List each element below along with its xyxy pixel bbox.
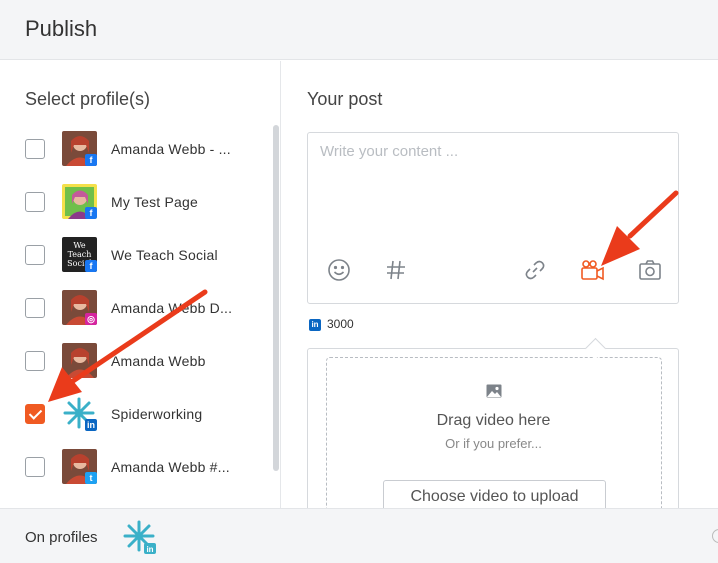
- emoji-icon[interactable]: [326, 257, 352, 283]
- link-icon[interactable]: [522, 257, 548, 283]
- profile-row[interactable]: t Amanda Webb #...: [0, 443, 270, 493]
- or-prefer-text: Or if you prefer...: [445, 436, 542, 451]
- profile-name: Amanda Webb: [111, 353, 206, 369]
- avatar: f: [62, 184, 97, 219]
- drag-video-text: Drag video here: [436, 412, 551, 429]
- photo-icon[interactable]: [637, 257, 663, 283]
- profile-checkbox[interactable]: [25, 192, 45, 212]
- profiles-panel: Select profile(s) f Amanda Webb - ... f …: [0, 61, 281, 508]
- profile-name: Spiderworking: [111, 406, 203, 422]
- facebook-icon: f: [85, 154, 97, 166]
- instagram-icon: ◎: [85, 313, 97, 325]
- video-dropzone[interactable]: Drag video here Or if you prefer... Choo…: [326, 357, 662, 527]
- profile-name: Amanda Webb #...: [111, 459, 230, 475]
- video-icon[interactable]: [580, 257, 606, 283]
- avatar: f: [62, 131, 97, 166]
- profile-name: Amanda Webb - ...: [111, 141, 231, 157]
- page-title: Publish: [25, 16, 98, 41]
- avatar: t: [62, 449, 97, 484]
- profile-checkbox[interactable]: [25, 457, 45, 477]
- header: Publish: [0, 0, 718, 60]
- character-counter: in 3000: [309, 317, 354, 331]
- selected-profile-avatar[interactable]: in: [122, 519, 158, 555]
- profile-row[interactable]: f My Test Page: [0, 178, 270, 228]
- facebook-icon: f: [85, 260, 97, 272]
- image-icon: [486, 384, 502, 403]
- profile-row[interactable]: ◎ Amanda Webb D...: [0, 284, 270, 334]
- avatar: [62, 343, 97, 378]
- avatar: We Teach Social f: [62, 237, 97, 272]
- linkedin-icon: in: [85, 419, 97, 431]
- profile-checkbox[interactable]: [25, 139, 45, 159]
- profile-row[interactable]: in Spiderworking: [0, 390, 270, 440]
- profile-row[interactable]: f Amanda Webb - ...: [0, 125, 270, 175]
- profile-name: We Teach Social: [111, 247, 218, 263]
- hashtag-icon[interactable]: [383, 257, 409, 283]
- avatar: ◎: [62, 290, 97, 325]
- media-upload-panel: Drag video here Or if you prefer... Choo…: [307, 348, 679, 527]
- post-content-input[interactable]: [318, 141, 672, 235]
- profile-checkbox-checked[interactable]: [25, 404, 45, 424]
- post-section-title: Your post: [307, 89, 383, 109]
- profile-checkbox[interactable]: [25, 351, 45, 371]
- profiles-scrollbar[interactable]: [273, 125, 279, 471]
- twitter-icon: t: [85, 472, 97, 484]
- footer-toggle[interactable]: [712, 529, 718, 543]
- profile-row[interactable]: We Teach Social f We Teach Social: [0, 231, 270, 281]
- spider-logo-icon: in: [123, 520, 156, 554]
- post-panel: Your post in 3000 Drag video here Or if y…: [281, 61, 718, 527]
- profiles-section-title: Select profile(s): [25, 89, 151, 109]
- on-profiles-label: On profiles: [25, 529, 98, 546]
- profile-row[interactable]: Amanda Webb: [0, 337, 270, 387]
- profile-checkbox[interactable]: [25, 245, 45, 265]
- profile-name: My Test Page: [111, 194, 198, 210]
- profile-checkbox[interactable]: [25, 298, 45, 318]
- footer: On profiles in: [0, 508, 718, 563]
- post-editor: [307, 132, 679, 304]
- profile-name: Amanda Webb D...: [111, 300, 233, 316]
- character-limit: 3000: [327, 317, 354, 331]
- linkedin-icon: in: [309, 318, 321, 331]
- avatar: in: [62, 396, 97, 431]
- svg-text:in: in: [146, 545, 153, 554]
- facebook-icon: f: [85, 207, 97, 219]
